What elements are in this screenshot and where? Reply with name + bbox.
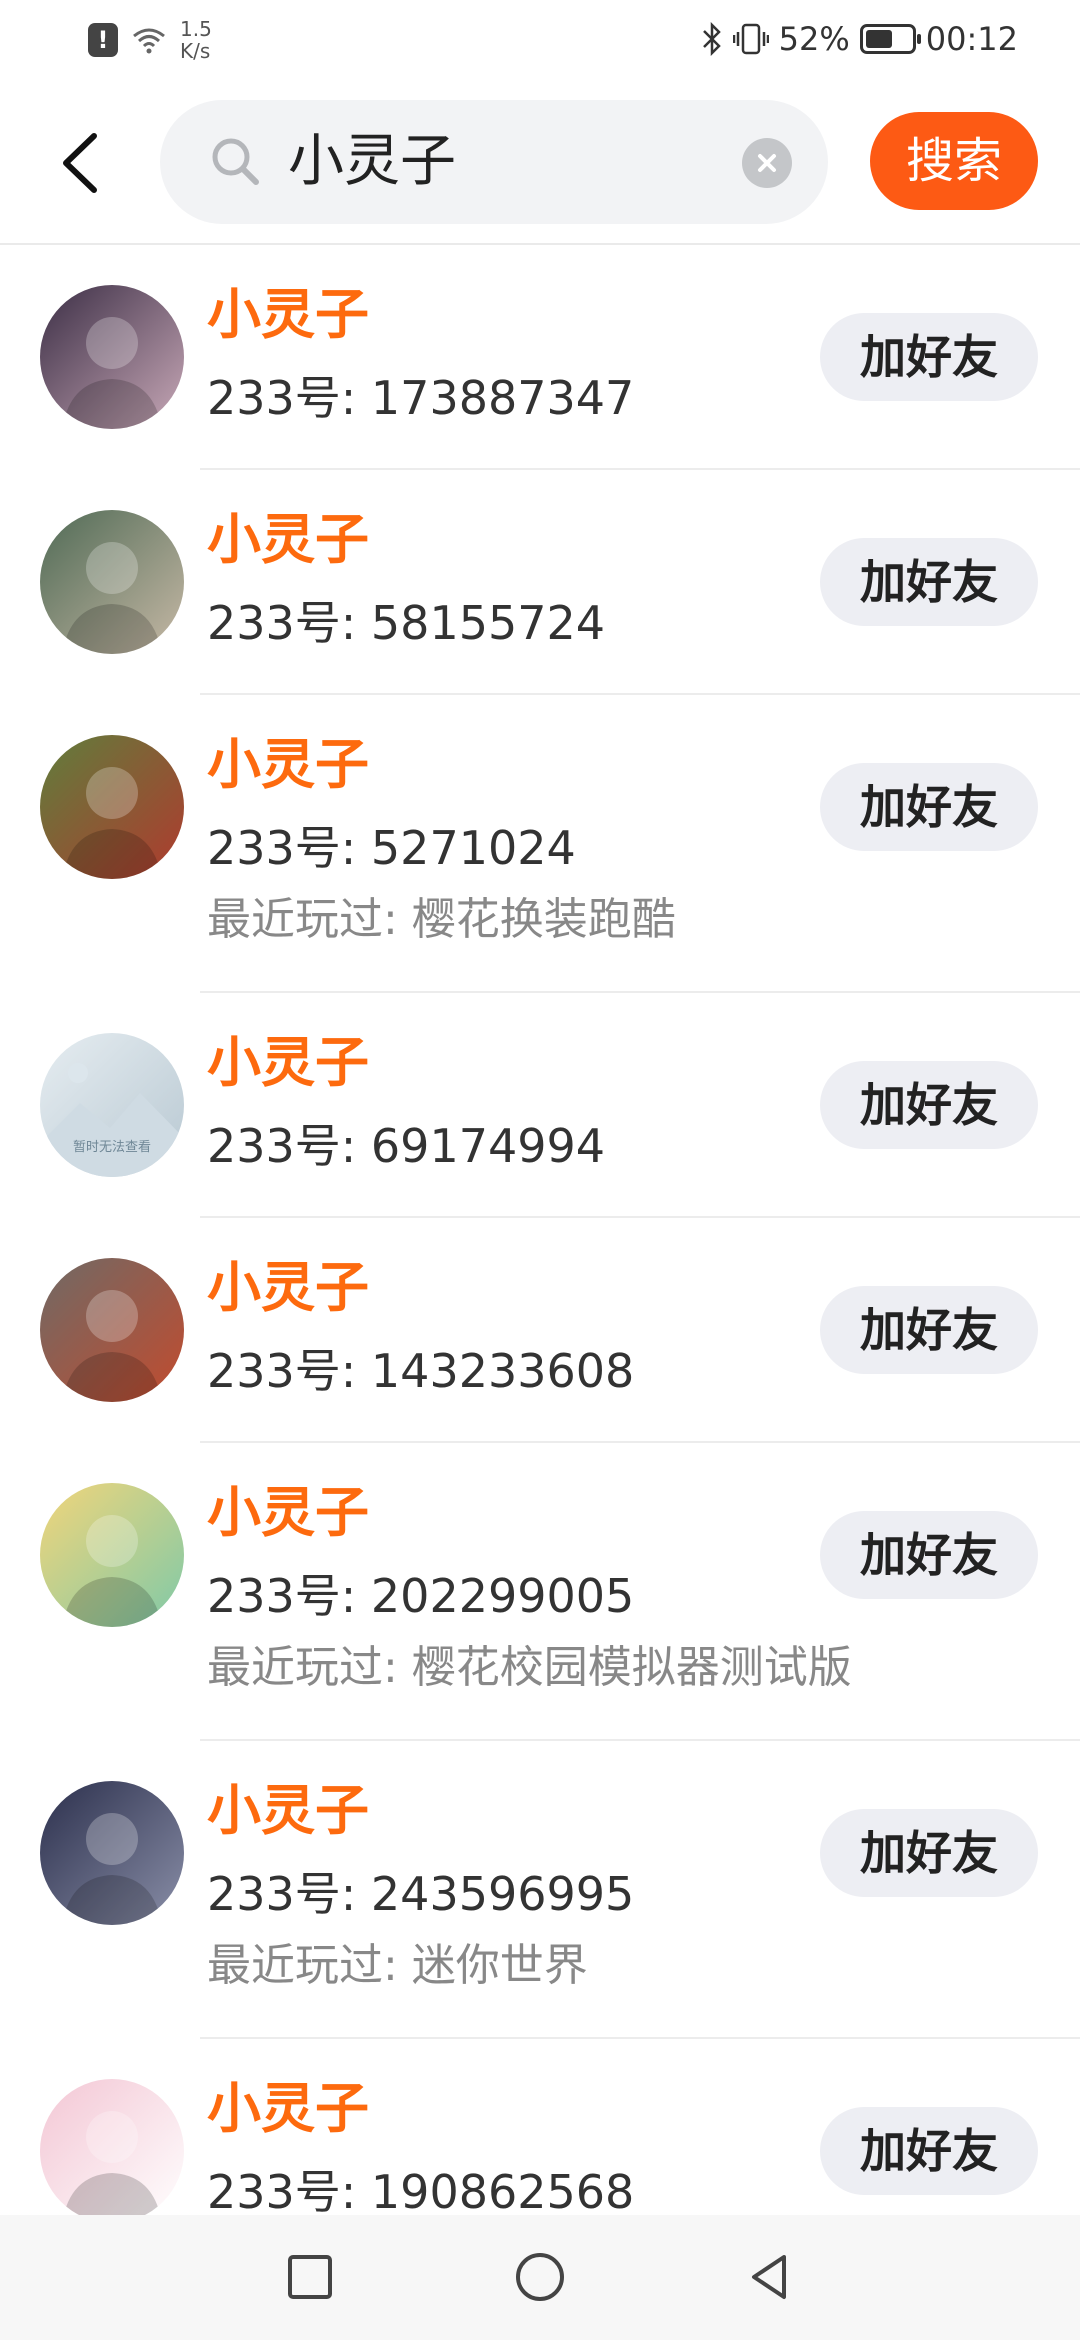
system-nav-bar: [0, 2215, 1080, 2340]
status-left: ! 1.5 K/s: [88, 18, 212, 62]
avatar[interactable]: 暂时无法查看: [40, 1033, 184, 1177]
add-friend-button[interactable]: 加好友: [820, 1061, 1038, 1149]
list-item[interactable]: 小灵子 233号: 243596995 最近玩过: 迷你世界 加好友: [0, 1741, 1080, 2039]
bluetooth-icon: [702, 22, 721, 56]
home-circle-icon[interactable]: [510, 2247, 570, 2307]
add-friend-button[interactable]: 加好友: [820, 538, 1038, 626]
list-item[interactable]: 小灵子 233号: 58155724 加好友: [0, 470, 1080, 695]
search-input[interactable]: 小灵子: [160, 100, 828, 224]
search-results-list: 小灵子 233号: 173887347 加好友 小灵子 233号: 58155724 加好…: [0, 245, 1080, 2264]
recently-played: 最近玩过: 迷你世界: [207, 1940, 588, 1991]
user-id: 233号: 202299005: [207, 1569, 635, 1623]
wifi-icon: [133, 28, 165, 54]
status-right: 52% 00:12: [701, 20, 1018, 58]
battery-fill: [865, 30, 892, 48]
network-speed: 1.5 K/s: [180, 18, 212, 62]
user-id: 233号: 190862568: [207, 2165, 635, 2219]
battery-percent: 52%: [778, 20, 850, 58]
user-name: 小灵子: [207, 1256, 369, 1319]
recently-played: 最近玩过: 樱花换装跑酷: [207, 894, 676, 945]
user-id: 233号: 243596995: [207, 1867, 635, 1921]
battery-icon: [859, 24, 921, 54]
back-triangle-icon[interactable]: [740, 2247, 800, 2307]
recents-square-icon[interactable]: [280, 2247, 340, 2307]
search-button[interactable]: 搜索: [870, 112, 1038, 210]
user-name: 小灵子: [207, 283, 369, 346]
add-friend-button[interactable]: 加好友: [820, 1511, 1038, 1599]
user-name: 小灵子: [207, 1031, 369, 1094]
alert-icon: !: [88, 23, 118, 57]
add-friend-button[interactable]: 加好友: [820, 1809, 1038, 1897]
avatar[interactable]: [40, 1781, 184, 1925]
status-bar: ! 1.5 K/s 52% 00:12: [0, 0, 1080, 80]
list-item[interactable]: 小灵子 233号: 202299005 最近玩过: 樱花校园模拟器测试版 加好友: [0, 1443, 1080, 1741]
list-item[interactable]: 小灵子 233号: 5271024 最近玩过: 樱花换装跑酷 加好友: [0, 695, 1080, 993]
list-item[interactable]: 小灵子 233号: 173887347 加好友: [0, 245, 1080, 470]
user-name: 小灵子: [207, 508, 369, 571]
search-query-text[interactable]: 小灵子: [288, 124, 456, 200]
avatar[interactable]: [40, 510, 184, 654]
avatar[interactable]: [40, 735, 184, 879]
user-id: 233号: 5271024: [207, 821, 576, 875]
recently-played: 最近玩过: 樱花校园模拟器测试版: [207, 1642, 852, 1693]
vibrate-icon: [732, 23, 769, 55]
avatar[interactable]: [40, 2079, 184, 2223]
clock: 00:12: [925, 20, 1018, 58]
avatar[interactable]: [40, 1258, 184, 1402]
search-header: 小灵子 搜索: [0, 100, 1080, 230]
user-id: 233号: 173887347: [207, 371, 635, 425]
user-name: 小灵子: [207, 1779, 369, 1842]
avatar[interactable]: [40, 1483, 184, 1627]
search-icon: [212, 138, 259, 185]
add-friend-button[interactable]: 加好友: [820, 763, 1038, 851]
back-arrow-icon[interactable]: [52, 128, 112, 198]
add-friend-button[interactable]: 加好友: [820, 313, 1038, 401]
list-item[interactable]: 小灵子 233号: 143233608 加好友: [0, 1218, 1080, 1443]
user-name: 小灵子: [207, 2077, 369, 2140]
close-icon: [758, 154, 776, 172]
network-speed-value: 1.5: [180, 17, 212, 41]
user-id: 233号: 58155724: [207, 596, 606, 650]
user-id: 233号: 143233608: [207, 1344, 635, 1398]
add-friend-button[interactable]: 加好友: [820, 2107, 1038, 2195]
user-name: 小灵子: [207, 733, 369, 796]
user-name: 小灵子: [207, 1481, 369, 1544]
clear-search-button[interactable]: [742, 138, 792, 188]
add-friend-button[interactable]: 加好友: [820, 1286, 1038, 1374]
list-item[interactable]: 暂时无法查看 小灵子 233号: 69174994 加好友: [0, 993, 1080, 1218]
avatar[interactable]: [40, 285, 184, 429]
avatar-caption: 暂时无法查看: [73, 1139, 151, 1155]
user-id: 233号: 69174994: [207, 1119, 606, 1173]
network-speed-unit: K/s: [180, 39, 211, 63]
